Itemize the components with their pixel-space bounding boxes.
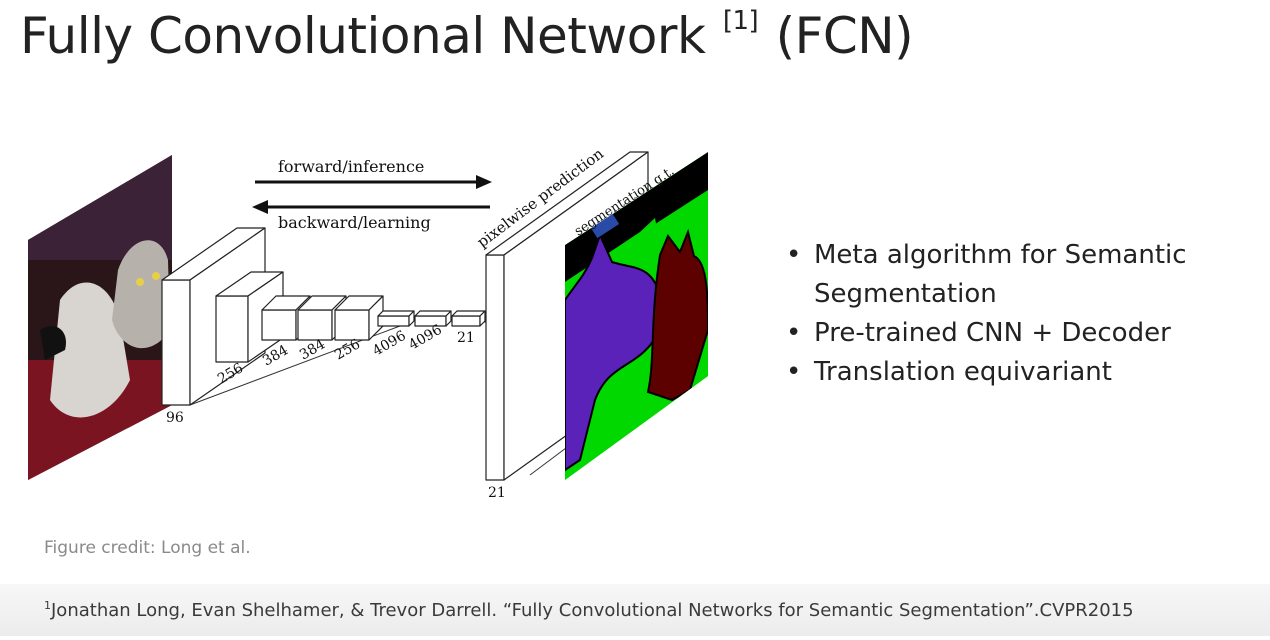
reference-marker: 1 — [44, 599, 51, 612]
backward-arrow — [252, 200, 490, 214]
reference-text: Jonathan Long, Evan Shelhamer, & Trevor … — [51, 600, 1134, 621]
input-image — [28, 155, 172, 480]
layer-label-96: 96 — [166, 410, 184, 426]
conv-block-256b — [334, 295, 384, 341]
layer-label-21: 21 — [457, 330, 475, 346]
bullet-list: Meta algorithm for Semantic Segmentation… — [786, 236, 1256, 392]
bullet-item: Pre-trained CNN + Decoder — [786, 314, 1256, 353]
bullet-item: Translation equivariant — [786, 353, 1256, 392]
reference-citation: 1Jonathan Long, Evan Shelhamer, & Trevor… — [44, 599, 1134, 621]
forward-arrow — [255, 175, 492, 189]
backward-label: backward/learning — [278, 213, 431, 232]
fc-block-21 — [451, 310, 486, 327]
bullet-item: Meta algorithm for Semantic Segmentation — [786, 236, 1256, 314]
fc-block-4096a — [377, 310, 415, 327]
output-label-21: 21 — [488, 485, 506, 501]
figure-credit: Figure credit: Long et al. — [44, 538, 251, 558]
forward-label: forward/inference — [278, 157, 424, 176]
